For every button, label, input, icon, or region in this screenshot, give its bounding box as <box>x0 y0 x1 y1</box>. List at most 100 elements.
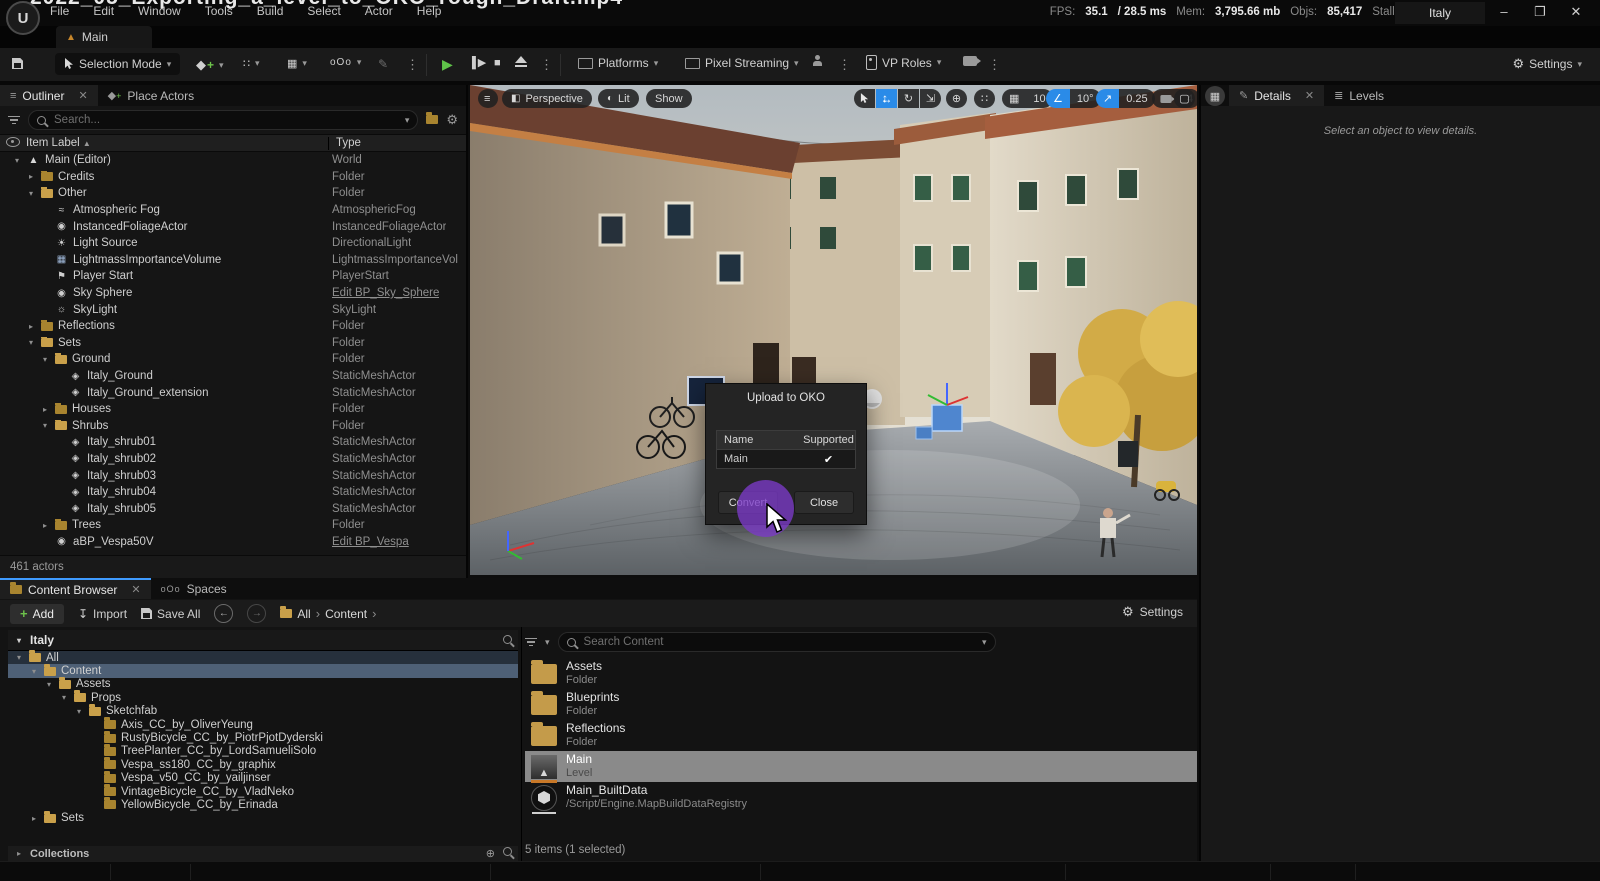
tree-item-props[interactable]: ▾Props <box>8 691 518 704</box>
outliner-row[interactable]: ▾OtherFolder <box>0 185 466 202</box>
add-actor-dropdown[interactable]: ◆+▾ <box>196 57 224 73</box>
expand-arrow-icon[interactable]: ▸ <box>26 172 36 181</box>
collapse-arrow-icon[interactable]: ▾ <box>40 355 50 364</box>
camera-options-icon[interactable]: ⋮ <box>988 57 1001 73</box>
content-item-main_builtdata[interactable]: Main_BuiltData/Script/Engine.MapBuildDat… <box>525 782 1197 813</box>
multi-user-icon[interactable] <box>812 55 822 66</box>
tab-spaces[interactable]: oOo Spaces <box>151 578 237 599</box>
toolbar-overflow-icon[interactable]: ⋮ <box>406 57 419 73</box>
tab-outliner[interactable]: ≡ Outliner ✕ <box>0 85 98 106</box>
tab-content-browser[interactable]: Content Browser ✕ <box>0 578 151 599</box>
menu-window[interactable]: Window <box>138 4 181 21</box>
import-button[interactable]: ↧ Import <box>78 607 127 621</box>
add-button[interactable]: + Add <box>10 604 64 624</box>
new-folder-icon[interactable] <box>426 113 438 127</box>
expand-arrow-icon[interactable]: ▸ <box>29 814 39 823</box>
collapse-arrow-icon[interactable]: ▾ <box>26 338 36 347</box>
outliner-row[interactable]: ▾GroundFolder <box>0 351 466 368</box>
content-search-input[interactable] <box>582 635 976 649</box>
skip-button[interactable]: ▐▶ <box>468 56 486 69</box>
close-tab-icon[interactable]: ✕ <box>78 89 87 102</box>
selection-mode-dropdown[interactable]: Selection Mode ▾ <box>55 53 180 75</box>
dialog-row-main[interactable]: Main ✔ <box>717 449 855 468</box>
content-item-reflections[interactable]: ReflectionsFolder <box>525 720 1197 751</box>
tree-item-vespa_v50_cc_by_yailjinser[interactable]: Vespa_v50_CC_by_yailjinser <box>8 772 518 785</box>
outliner-row[interactable]: ◈Italy_shrub01StaticMeshActor <box>0 434 466 451</box>
filter-icon[interactable] <box>8 114 20 127</box>
tree-item-assets[interactable]: ▾Assets <box>8 678 518 691</box>
outliner-row[interactable]: ◈Italy_shrub04StaticMeshActor <box>0 484 466 501</box>
perspective-dropdown[interactable]: ◧ Perspective <box>502 89 592 108</box>
tree-item-vespa_ss180_cc_by_graphix[interactable]: Vespa_ss180_CC_by_graphix <box>8 758 518 771</box>
scale-snap-icon[interactable]: ↗ <box>1096 89 1119 108</box>
save-all-button[interactable]: Save All <box>141 607 200 621</box>
oko-dropdown[interactable]: oOo▾ <box>330 57 361 68</box>
dock-grid-icon[interactable]: ▦ <box>1205 86 1225 106</box>
outliner-row[interactable]: ▾SetsFolder <box>0 335 466 352</box>
grid-snap-icon[interactable]: ▦ <box>1002 89 1026 108</box>
editor-settings-dropdown[interactable]: ⚙ Settings▾ <box>1512 56 1582 72</box>
tree-item-vintagebicycle_cc_by_vladneko[interactable]: VintageBicycle_CC_by_VladNeko <box>8 785 518 798</box>
outliner-row[interactable]: ▾▲Main (Editor)World <box>0 152 466 169</box>
show-dropdown[interactable]: Show <box>646 89 692 108</box>
outliner-row[interactable]: ◉Sky SphereEdit BP_Sky_Sphere <box>0 285 466 302</box>
collapse-arrow-icon[interactable]: ▾ <box>29 667 39 676</box>
tree-item-yellowbicycle_cc_by_erinada[interactable]: YellowBicycle_CC_by_Erinada <box>8 798 518 811</box>
save-icon[interactable] <box>12 58 23 72</box>
stop-button[interactable]: ■ <box>494 57 501 69</box>
tree-item-treeplanter_cc_by_lordsamuelisolo[interactable]: TreePlanter_CC_by_LordSamueliSolo <box>8 745 518 758</box>
content-search-options-icon[interactable]: ▾ <box>982 637 987 648</box>
outliner-row[interactable]: ◈Italy_shrub05StaticMeshActor <box>0 500 466 517</box>
outliner-row[interactable]: ▸HousesFolder <box>0 401 466 418</box>
tab-details[interactable]: ✎ Details ✕ <box>1229 85 1324 106</box>
rotation-snap-control[interactable]: ∠ 10° <box>1046 89 1101 108</box>
menu-file[interactable]: File <box>50 4 69 21</box>
menu-edit[interactable]: Edit <box>93 4 114 21</box>
breadcrumb-content[interactable]: Content <box>325 607 367 621</box>
collapse-arrow-icon[interactable]: ▾ <box>40 421 50 430</box>
maximize-viewport-icon[interactable]: ▢ <box>1174 89 1195 108</box>
outliner-row[interactable]: ◉InstancedFoliageActorInstancedFoliageAc… <box>0 218 466 235</box>
content-browser-settings[interactable]: ⚙ Settings <box>1122 604 1183 620</box>
scale-snap-control[interactable]: ↗ 0.25 <box>1096 89 1155 108</box>
collapse-arrow-icon[interactable]: ▾ <box>59 693 69 702</box>
outliner-row[interactable]: ◈Italy_shrub02StaticMeshActor <box>0 451 466 468</box>
back-icon[interactable]: ← <box>214 604 233 623</box>
move-tool-button[interactable]: ↔↔ <box>876 89 897 108</box>
vp-roles-dropdown[interactable]: VP Roles▾ <box>866 55 941 70</box>
tab-levels[interactable]: ≣ Levels <box>1324 85 1394 106</box>
paint-mode-icon[interactable]: ✎ <box>378 57 388 71</box>
collapse-arrow-icon[interactable]: ▾ <box>12 156 22 165</box>
outliner-row[interactable]: ▸ReflectionsFolder <box>0 318 466 335</box>
surface-snap-icon[interactable]: ∷ <box>974 89 995 108</box>
virtual-camera-icon[interactable] <box>963 56 977 66</box>
close-details-icon[interactable]: ✕ <box>1305 89 1314 102</box>
outliner-row[interactable]: ☀Light SourceDirectionalLight <box>0 235 466 252</box>
tree-item-all[interactable]: ▾All <box>8 651 518 664</box>
scale-snap-value[interactable]: 0.25 <box>1119 89 1154 108</box>
close-button[interactable]: ✕ <box>1568 5 1584 19</box>
outliner-row[interactable]: ▸TreesFolder <box>0 517 466 534</box>
collapse-arrow-icon[interactable]: ▾ <box>26 189 36 198</box>
breadcrumb-all[interactable]: All <box>297 607 310 621</box>
pixel-streaming-dropdown[interactable]: Pixel Streaming▾ <box>685 56 799 70</box>
close-dialog-button[interactable]: Close <box>794 491 854 514</box>
column-type[interactable]: Type <box>336 137 361 149</box>
menu-build[interactable]: Build <box>257 4 284 21</box>
content-item-main[interactable]: ▲MainLevel <box>525 751 1197 782</box>
edit-blueprint-link[interactable]: Edit BP_Sky_Sphere <box>332 287 439 299</box>
cinematics-dropdown[interactable]: ▦▾ <box>287 57 307 70</box>
outliner-row[interactable]: ◈Italy_GroundStaticMeshActor <box>0 368 466 385</box>
tree-item-axis_cc_by_oliveryeung[interactable]: Axis_CC_by_OliverYeung <box>8 718 518 731</box>
world-space-icon[interactable]: ⊕ <box>946 89 967 108</box>
tree-item-sets[interactable]: ▸Sets <box>8 812 518 825</box>
outliner-row[interactable]: ▦LightmassImportanceVolumeLightmassImpor… <box>0 252 466 269</box>
content-item-blueprints[interactable]: BlueprintsFolder <box>525 689 1197 720</box>
add-collection-icon[interactable]: ⊕ <box>486 847 495 860</box>
rotate-tool-button[interactable]: ↻ <box>898 89 919 108</box>
edit-blueprint-link[interactable]: Edit BP_Vespa <box>332 536 409 548</box>
menu-tools[interactable]: Tools <box>205 4 233 21</box>
outliner-row[interactable]: ⚑Player StartPlayerStart <box>0 268 466 285</box>
outliner-row[interactable]: ▸CreditsFolder <box>0 169 466 186</box>
expand-arrow-icon[interactable]: ▸ <box>26 322 36 331</box>
